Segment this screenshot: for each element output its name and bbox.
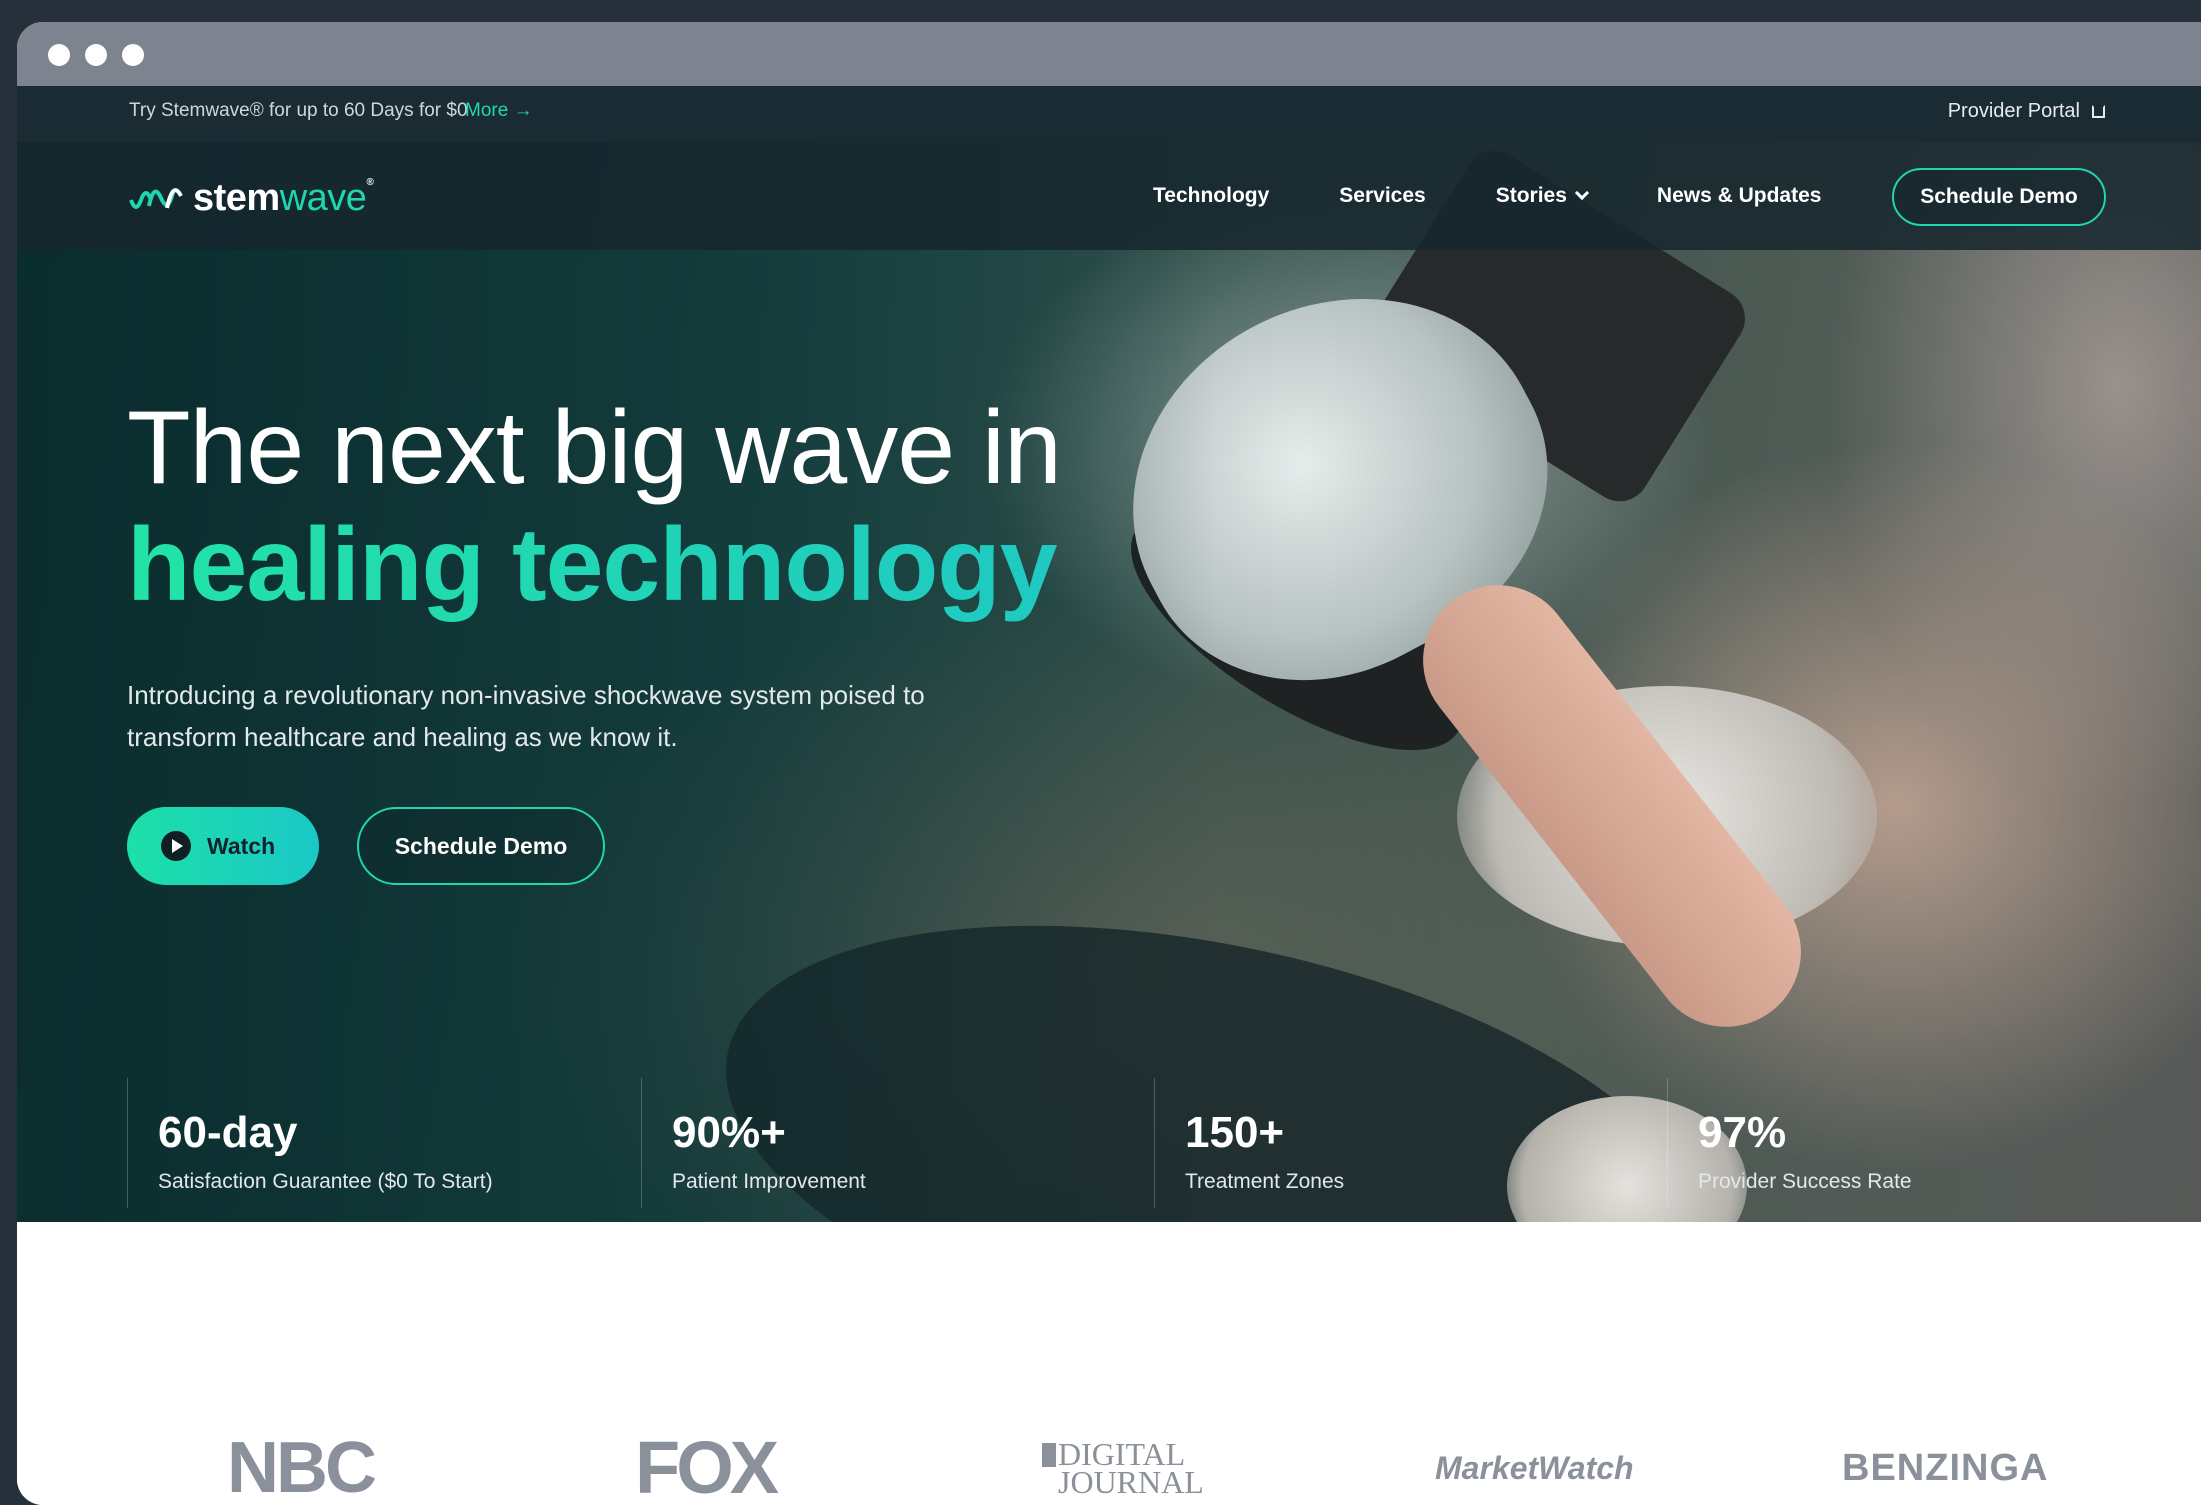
stats-row: 60-day Satisfaction Guarantee ($0 To Sta…: [127, 1078, 2127, 1208]
watch-button[interactable]: Watch: [127, 807, 319, 885]
provider-portal-link[interactable]: Provider Portal: [1948, 100, 2105, 123]
digital-journal-line2: JOURNAL: [1058, 1464, 1204, 1500]
window-minimize-dot-icon[interactable]: [85, 44, 107, 66]
provider-portal-label: Provider Portal: [1947, 100, 2080, 122]
primary-nav: Technology Services Stories News & Updat…: [1153, 142, 1891, 250]
browser-chrome: [17, 22, 2201, 86]
stat-item: 60-day Satisfaction Guarantee ($0 To Sta…: [127, 1078, 642, 1208]
header-schedule-demo-button[interactable]: Schedule Demo: [1892, 168, 2106, 226]
stat-value: 97%: [1698, 1108, 1787, 1157]
nbc-logo: NBC: [227, 1428, 377, 1505]
nav-stories-label: Stories: [1495, 184, 1567, 207]
hero-headline-accent: healing technology: [127, 507, 1058, 623]
stat-label: Satisfaction Guarantee ($0 To Start): [158, 1170, 493, 1193]
wave-logo-icon: [129, 188, 183, 209]
main-navbar: stemwave® Technology Services Stories Ne…: [17, 142, 2201, 250]
nav-technology[interactable]: Technology: [1153, 184, 1269, 208]
stat-value: 150+: [1185, 1108, 1285, 1157]
nav-news-updates[interactable]: News & Updates: [1657, 184, 1822, 208]
announcement-more-link[interactable]: More →: [465, 100, 533, 122]
nav-services[interactable]: Services: [1339, 184, 1425, 208]
stat-label: Patient Improvement: [672, 1170, 866, 1193]
external-link-icon: [2092, 105, 2105, 119]
hero-overlay: [17, 86, 1217, 1222]
stat-value: 90%+: [672, 1108, 786, 1157]
digital-journal-logo: DIGITAL JOURNAL: [1042, 1438, 1204, 1500]
stat-value: 60-day: [158, 1108, 298, 1157]
logo-wordmark: stemwave®: [193, 176, 374, 220]
press-logos-section: NBC FOX DIGITAL JOURNAL MarketWatch BENZ…: [17, 1222, 2201, 1505]
watch-label: Watch: [207, 832, 276, 859]
digital-journal-mark-icon: [1042, 1443, 1056, 1467]
hero-headline: The next big wave in: [127, 390, 1062, 506]
play-icon: [161, 831, 191, 861]
nav-stories[interactable]: Stories: [1495, 184, 1589, 208]
benzinga-logo: BENZINGA: [1842, 1447, 2049, 1489]
window-maximize-dot-icon[interactable]: [122, 44, 144, 66]
marketwatch-logo: MarketWatch: [1435, 1450, 1634, 1486]
fox-logo: FOX: [635, 1426, 779, 1505]
chevron-down-icon: [1574, 185, 1589, 201]
stemwave-logo[interactable]: stemwave®: [127, 176, 374, 220]
stat-item: 97% Provider Success Rate: [1667, 1078, 2127, 1208]
announcement-text: Try Stemwave® for up to 60 Days for $0: [129, 100, 468, 121]
logo-trademark: ®: [366, 176, 374, 188]
browser-window: Try Stemwave® for up to 60 Days for $0 M…: [17, 22, 2201, 1505]
hero-subcopy: Introducing a revolutionary non-invasive…: [127, 680, 925, 752]
logo-main: stem: [193, 176, 280, 219]
announcement-bar: Try Stemwave® for up to 60 Days for $0 M…: [17, 86, 2201, 142]
window-close-dot-icon[interactable]: [48, 44, 70, 66]
logo-accent: wave: [279, 176, 367, 219]
stat-item: 90%+ Patient Improvement: [641, 1078, 1156, 1208]
stat-label: Provider Success Rate: [1698, 1170, 1912, 1193]
hero-schedule-demo-button[interactable]: Schedule Demo: [357, 807, 605, 885]
stat-label: Treatment Zones: [1185, 1170, 1345, 1193]
hero-section: Try Stemwave® for up to 60 Days for $0 M…: [17, 86, 2201, 1222]
stat-item: 150+ Treatment Zones: [1154, 1078, 1669, 1208]
